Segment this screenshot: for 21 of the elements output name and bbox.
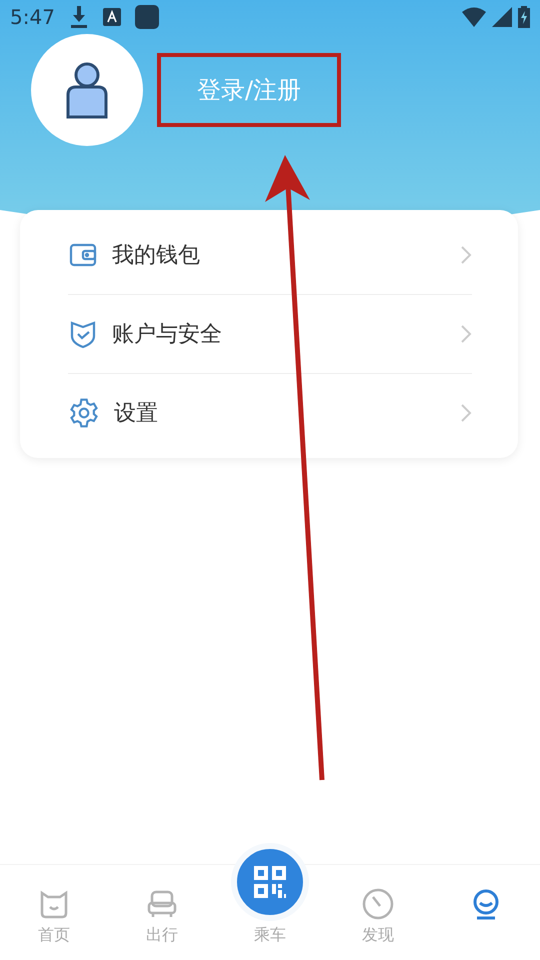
settings-icon	[68, 397, 100, 429]
login-link[interactable]: 登录/注册	[196, 74, 302, 106]
menu-item[interactable]: 设置	[68, 374, 472, 452]
shield-check-icon	[68, 319, 98, 349]
ride-tab-label[interactable]: 乘车	[254, 925, 286, 946]
app-square-icon	[134, 5, 159, 29]
battery-icon	[518, 6, 530, 28]
download-icon	[68, 6, 89, 28]
signal-icon	[492, 7, 512, 27]
menu-item[interactable]: 我的钱包	[68, 216, 472, 295]
chevron-right-icon	[460, 324, 472, 344]
app-badge-icon	[102, 8, 121, 26]
compass-icon	[361, 887, 395, 921]
chevron-right-icon	[460, 403, 472, 423]
status-time: 5:47	[10, 5, 55, 29]
nav-tab[interactable]: 出行	[108, 887, 216, 946]
chevron-right-icon	[460, 245, 472, 265]
nav-tab[interactable]: 发现	[324, 887, 432, 946]
nav-tab[interactable]: 首页	[0, 887, 108, 946]
menu-item[interactable]: 账户与安全	[68, 295, 472, 374]
wifi-icon	[462, 7, 486, 27]
